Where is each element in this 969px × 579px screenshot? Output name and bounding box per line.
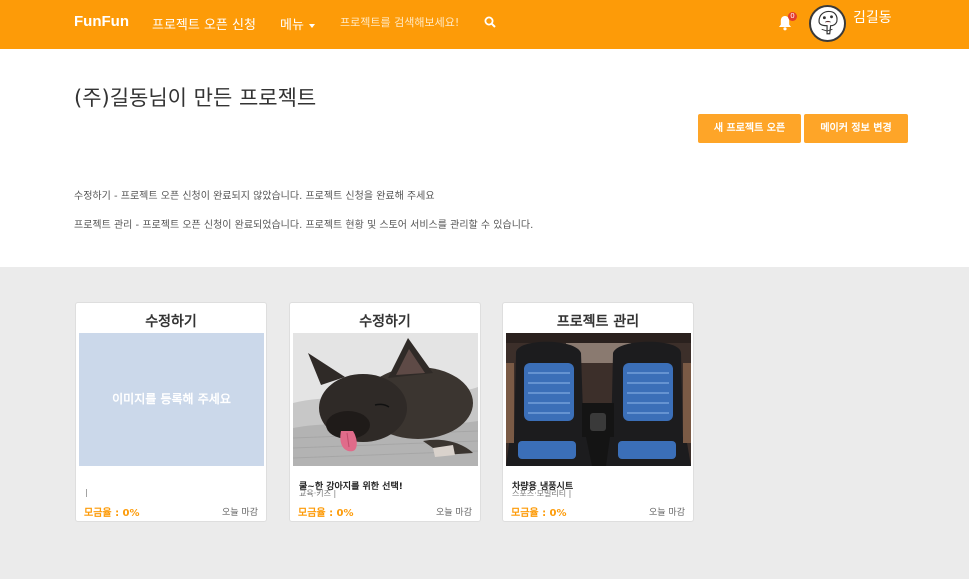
brand-logo[interactable]: FunFun <box>74 13 129 30</box>
project-image-dog[interactable] <box>293 333 478 466</box>
project-card[interactable]: 수정하기 쿨~한 강아지를 위한 선택! 교육·키즈 | 모금율 : 0% 오늘… <box>289 302 481 522</box>
project-header-panel: (주)길동님이 만든 프로젝트 새 프로젝트 오픈 메이커 정보 변경 수정하기… <box>0 49 969 267</box>
project-image-car-seat[interactable] <box>506 333 691 466</box>
caret-down-icon <box>308 23 315 28</box>
username[interactable]: 김길동 <box>853 7 892 27</box>
project-category: 스포츠·모빌리티 | <box>512 489 572 498</box>
nav-menu-dropdown[interactable]: 메뉴 <box>280 14 315 33</box>
card-action-title[interactable]: 프로젝트 관리 <box>503 311 693 331</box>
dog-photo <box>293 333 478 466</box>
project-card[interactable]: 프로젝트 관리 차량용 냉풍시트 스포츠·모빌리티 | 모금율 : 0% 오늘 <box>502 302 694 522</box>
funding-rate: 모금율 : 0% <box>511 508 567 519</box>
avatar-face-icon <box>818 10 838 35</box>
new-project-button[interactable]: 새 프로젝트 오픈 <box>698 114 801 143</box>
search-input[interactable] <box>340 16 470 29</box>
project-card[interactable]: 수정하기 이미지를 등록해 주세요 | 모금율 : 0% 오늘 마감 <box>75 302 267 522</box>
deadline-label: 오늘 마감 <box>649 508 685 518</box>
image-placeholder-text: 이미지를 등록해 주세요 <box>112 392 231 406</box>
project-category: 교육·키즈 | <box>299 489 337 498</box>
nav-menu-label: 메뉴 <box>280 18 304 33</box>
search-icon[interactable] <box>484 16 496 28</box>
funding-rate: 모금율 : 0% <box>298 508 354 519</box>
image-placeholder[interactable]: 이미지를 등록해 주세요 <box>79 333 264 466</box>
project-category: | <box>85 488 88 497</box>
funding-rate: 모금율 : 0% <box>84 508 140 519</box>
card-action-title[interactable]: 수정하기 <box>76 311 266 331</box>
avatar[interactable] <box>809 5 846 42</box>
deadline-label: 오늘 마감 <box>222 508 258 518</box>
page-title: (주)길동님이 만든 프로젝트 <box>74 86 317 110</box>
deadline-label: 오늘 마감 <box>436 508 472 518</box>
manage-description: 프로젝트 관리 - 프로젝트 오픈 신청이 완료되었습니다. 프로젝트 현황 및… <box>74 220 534 231</box>
edit-description: 수정하기 - 프로젝트 오픈 신청이 완료되지 않았습니다. 프로젝트 신청을 … <box>74 191 435 202</box>
nav-open-project-link[interactable]: 프로젝트 오픈 신청 <box>152 14 256 33</box>
notification-badge: 0 <box>788 12 797 21</box>
card-action-title[interactable]: 수정하기 <box>290 311 480 331</box>
car-seat-photo <box>506 333 691 466</box>
maker-info-button[interactable]: 메이커 정보 변경 <box>804 114 908 143</box>
top-navbar: FunFun 프로젝트 오픈 신청 메뉴 0 김길동 <box>0 0 969 49</box>
